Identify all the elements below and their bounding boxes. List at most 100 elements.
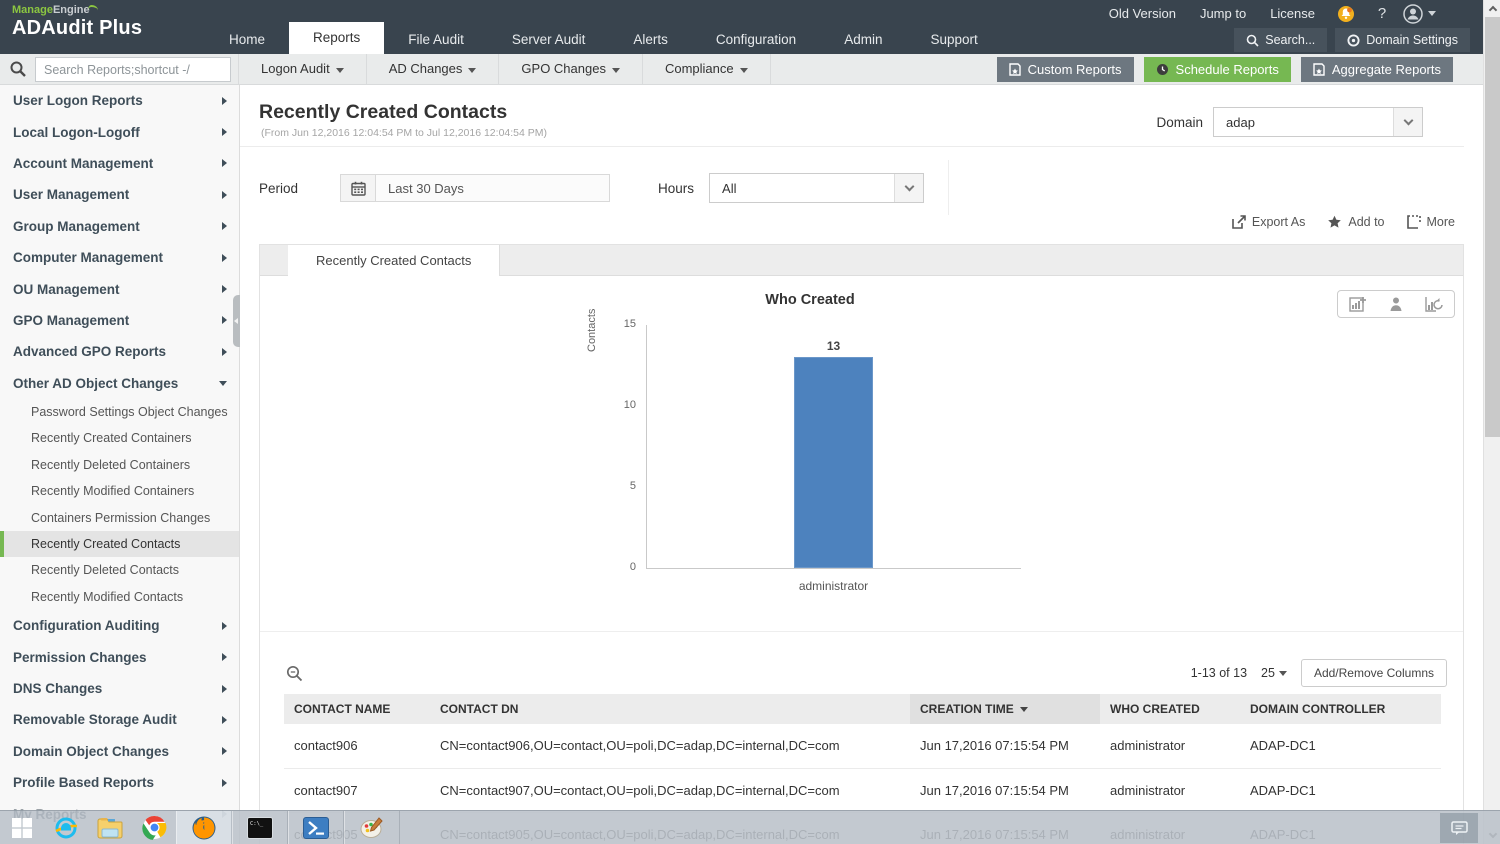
powershell-taskbar-button[interactable]	[288, 810, 344, 844]
custom-reports-button[interactable]: Custom Reports	[996, 57, 1134, 82]
domain-label: Domain	[1156, 114, 1203, 130]
sidebar-item-user-management[interactable]: User Management	[0, 179, 239, 210]
add-chart-icon[interactable]	[1348, 296, 1367, 312]
cell-dn: CN=contact907,OU=contact,OU=poli,DC=adap…	[430, 768, 910, 813]
chevron-right-icon	[222, 715, 227, 724]
sidebar-item-local-logon-logoff[interactable]: Local Logon-Logoff	[0, 116, 239, 147]
sidebar-item-configuration-auditing[interactable]: Configuration Auditing	[0, 610, 239, 641]
sidebar-item-profile-based-reports[interactable]: Profile Based Reports	[0, 767, 239, 798]
caret-down-icon	[468, 68, 477, 73]
aggregate-reports-button[interactable]: Aggregate Reports	[1300, 57, 1453, 82]
period-input[interactable]	[376, 174, 611, 202]
person-icon[interactable]	[1388, 296, 1404, 312]
refresh-chart-icon[interactable]	[1425, 296, 1444, 312]
main-nav: Home Reports File Audit Server Audit Alerts C…	[205, 22, 1002, 54]
page-size-select[interactable]: 25	[1261, 666, 1287, 680]
sidebar-subitem-recently-created-containers[interactable]: Recently Created Containers	[0, 425, 239, 451]
sidebar-subitem-recently-created-contacts[interactable]: Recently Created Contacts	[0, 530, 239, 558]
search-reports-input[interactable]	[35, 57, 231, 82]
report-date-range: (From Jun 12,2016 12:04:54 PM to Jul 12,…	[261, 127, 548, 139]
top-bar: ManageEngine ADAudit Plus Home Reports Fil…	[0, 0, 1500, 54]
global-search-button[interactable]: Search...	[1234, 28, 1328, 52]
license-link[interactable]: License	[1262, 6, 1323, 21]
tab-recently-created-contacts[interactable]: Recently Created Contacts	[288, 245, 501, 276]
menu-logon-audit[interactable]: Logon Audit	[238, 54, 367, 84]
sidebar-item-account-management[interactable]: Account Management	[0, 148, 239, 179]
sidebar-item-ou-management[interactable]: OU Management	[0, 273, 239, 304]
sidebar-subitem-recently-modified-containers[interactable]: Recently Modified Containers	[0, 478, 239, 504]
star-icon	[1328, 215, 1342, 228]
sidebar-item-dns-changes[interactable]: DNS Changes	[0, 673, 239, 704]
sidebar-subitem-containers-permission-changes[interactable]: Containers Permission Changes	[0, 504, 239, 530]
sidebar-subitem-password-settings-object-changes[interactable]: Password Settings Object Changes	[0, 399, 239, 425]
scrollbar-thumb[interactable]	[1485, 17, 1500, 437]
domain-settings-button[interactable]: Domain Settings	[1335, 28, 1470, 52]
nav-tab-reports[interactable]: Reports	[289, 22, 385, 54]
jump-to-link[interactable]: Jump to	[1192, 6, 1254, 21]
more-link[interactable]: More	[1406, 215, 1455, 229]
internet-explorer-icon[interactable]	[44, 811, 88, 844]
calendar-icon[interactable]	[340, 174, 377, 202]
chart-title: Who Created	[765, 292, 855, 308]
sidebar-item-computer-management[interactable]: Computer Management	[0, 242, 239, 273]
y-tick-label: 0	[629, 561, 636, 573]
sidebar-item-other-ad-object-changes[interactable]: Other AD Object Changes	[0, 368, 239, 399]
menu-compliance[interactable]: Compliance	[643, 54, 771, 84]
logo-swoosh	[87, 5, 98, 13]
column-header-name[interactable]: CONTACT NAME	[284, 694, 430, 724]
export-as-link[interactable]: Export As	[1232, 215, 1305, 229]
nav-tab-admin[interactable]: Admin	[820, 25, 906, 54]
schedule-reports-button[interactable]: Schedule Reports	[1143, 57, 1291, 82]
top-buttons: Search... Domain Settings	[1234, 28, 1470, 52]
nav-tab-configuration[interactable]: Configuration	[692, 25, 820, 54]
notification-bell-icon[interactable]	[1331, 4, 1361, 24]
sidebar-subitem-recently-deleted-contacts[interactable]: Recently Deleted Contacts	[0, 557, 239, 583]
report-tabstrip: Recently Created Contacts	[260, 245, 1463, 276]
nav-tab-home[interactable]: Home	[205, 25, 289, 54]
sidebar-item-advanced-gpo-reports[interactable]: Advanced GPO Reports	[0, 336, 239, 367]
file-explorer-icon[interactable]	[88, 811, 132, 844]
cell-time: Jun 17,2016 07:15:54 PM	[910, 768, 1100, 813]
column-header-who[interactable]: WHO CREATED	[1100, 694, 1240, 724]
nav-tab-support[interactable]: Support	[906, 25, 1001, 54]
sidebar-item-removable-storage-audit[interactable]: Removable Storage Audit	[0, 704, 239, 735]
bar-administrator[interactable]	[794, 357, 873, 568]
menu-ad-changes[interactable]: AD Changes	[367, 54, 500, 84]
scroll-up-arrow[interactable]	[1484, 0, 1500, 17]
nav-tab-server-audit[interactable]: Server Audit	[488, 25, 610, 54]
add-to-link[interactable]: Add to	[1327, 215, 1385, 229]
sidebar-item-gpo-management[interactable]: GPO Management	[0, 305, 239, 336]
sidebar-item-user-logon-reports[interactable]: User Logon Reports	[0, 85, 239, 116]
table-search-icon[interactable]	[286, 665, 303, 682]
nav-tab-alerts[interactable]: Alerts	[609, 25, 692, 54]
start-icon[interactable]	[0, 811, 44, 844]
chevron-right-icon	[222, 347, 227, 356]
action-center-icon[interactable]	[1440, 813, 1478, 843]
menu-gpo-changes[interactable]: GPO Changes	[499, 54, 643, 84]
browser-scrollbar[interactable]	[1483, 0, 1500, 844]
chrome-icon[interactable]	[132, 811, 176, 844]
chevron-right-icon	[222, 96, 227, 105]
column-header-dc[interactable]: DOMAIN CONTROLLER	[1240, 694, 1441, 724]
reports-sidebar: User Logon Reports Local Logon-Logoff Acco…	[0, 85, 240, 844]
column-header-time[interactable]: CREATION TIME	[910, 694, 1100, 724]
chevron-down-icon	[1393, 108, 1422, 136]
sidebar-subitem-recently-modified-contacts[interactable]: Recently Modified Contacts	[0, 584, 239, 610]
command-prompt-taskbar-button[interactable]: C:\_	[232, 810, 288, 844]
sidebar-item-group-management[interactable]: Group Management	[0, 211, 239, 242]
user-menu[interactable]	[1403, 3, 1440, 24]
bar-value-label: 13	[826, 339, 841, 354]
firefox-taskbar-button[interactable]	[176, 810, 232, 844]
domain-select[interactable]: adap	[1213, 107, 1423, 137]
sidebar-subitem-recently-deleted-containers[interactable]: Recently Deleted Containers	[0, 452, 239, 478]
hours-select[interactable]: All	[709, 173, 925, 203]
old-version-link[interactable]: Old Version	[1101, 6, 1184, 21]
help-icon[interactable]: ?	[1369, 5, 1395, 22]
table-toolbar: 1-13 of 13 25 Add/Remove Columns	[260, 659, 1463, 693]
sidebar-item-permission-changes[interactable]: Permission Changes	[0, 641, 239, 672]
sidebar-item-domain-object-changes[interactable]: Domain Object Changes	[0, 736, 239, 767]
add-remove-columns-button[interactable]: Add/Remove Columns	[1300, 659, 1447, 687]
column-header-dn[interactable]: CONTACT DN	[430, 694, 910, 724]
paint-taskbar-button[interactable]	[344, 810, 400, 844]
nav-tab-file-audit[interactable]: File Audit	[384, 25, 488, 54]
